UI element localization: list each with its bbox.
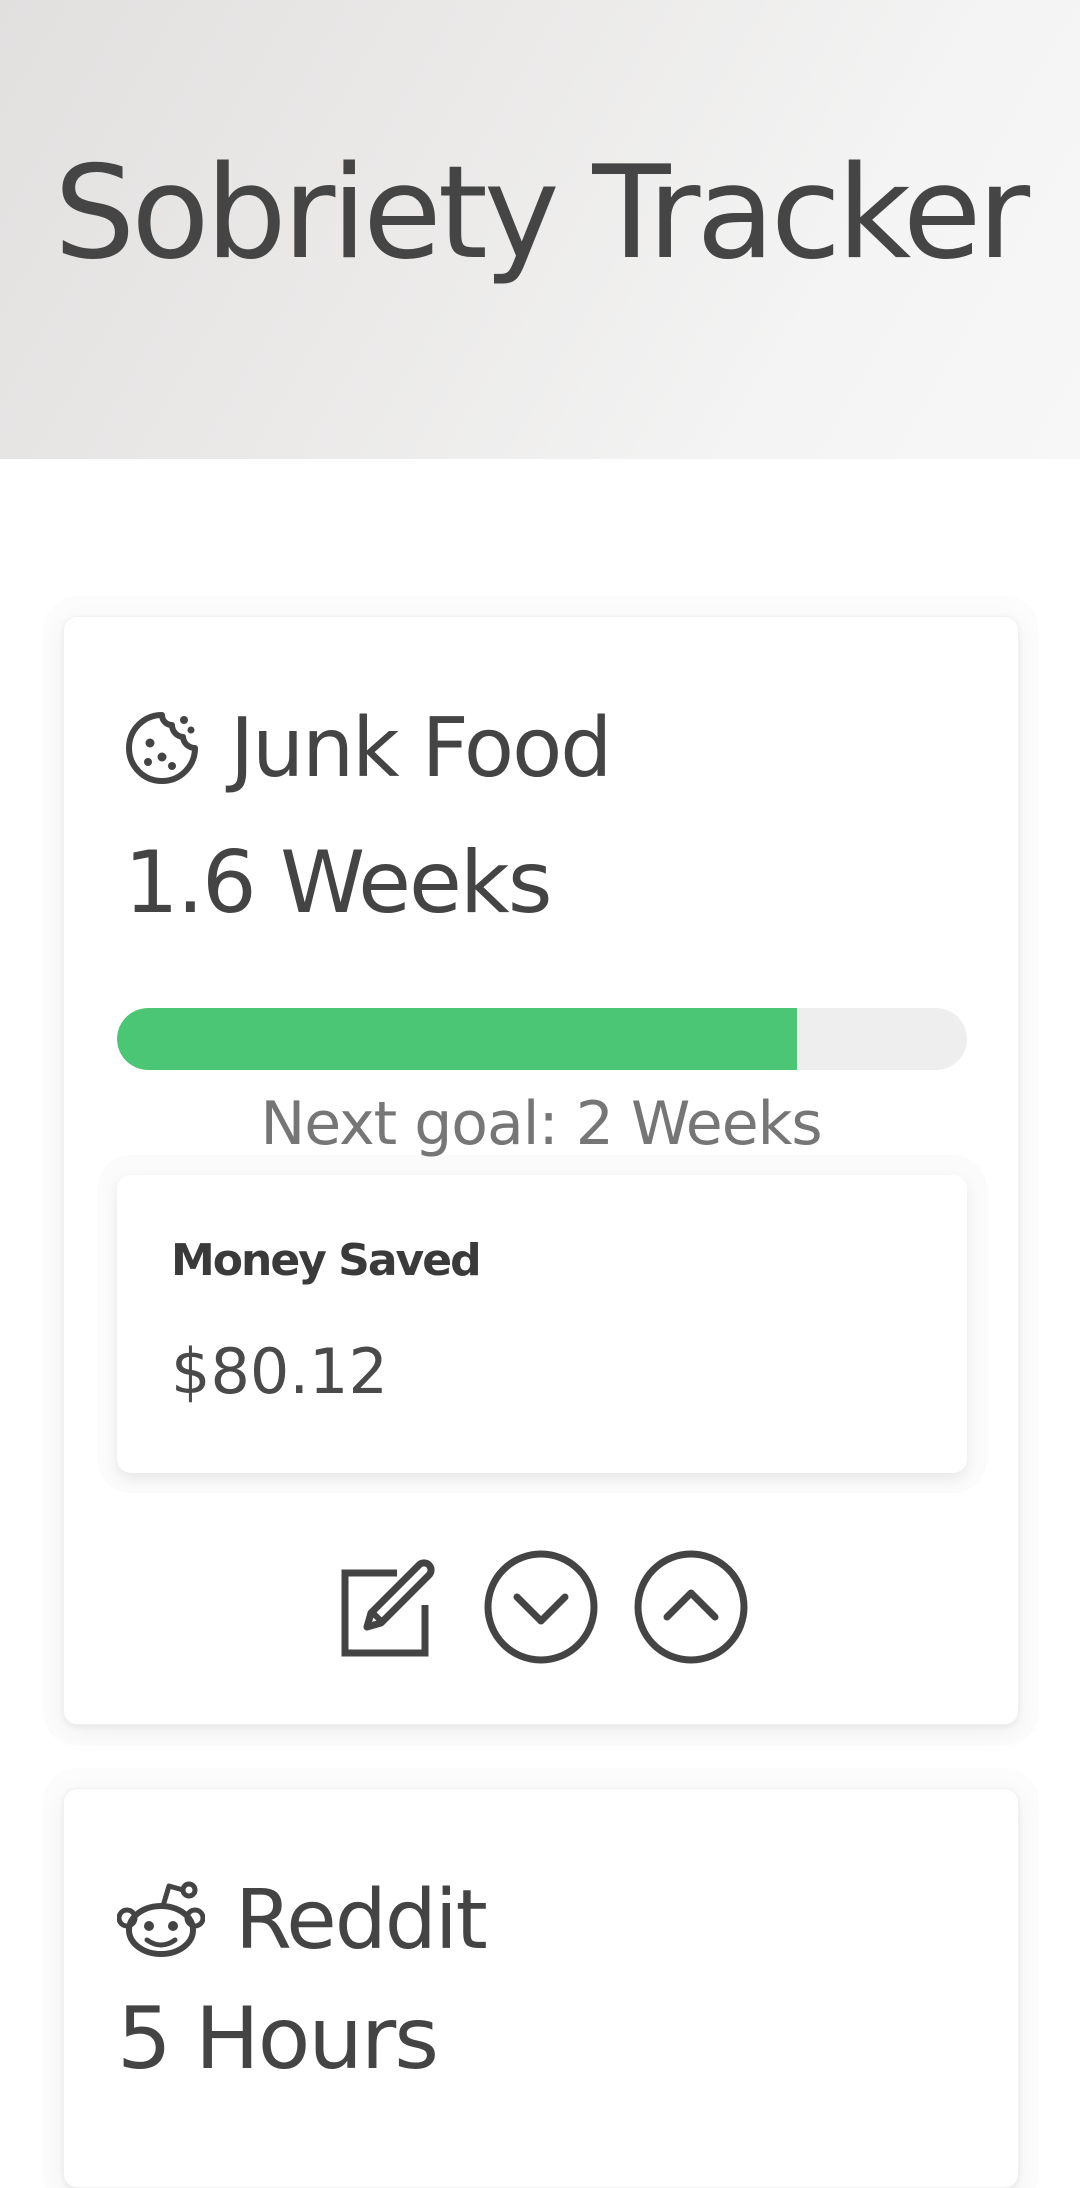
tracker-name: Junk Food [230, 700, 612, 796]
money-saved-value: $80.12 [171, 1335, 388, 1408]
reddit-icon [117, 1880, 205, 1960]
tracker-duration: 5 Hours [117, 1989, 439, 2089]
chevron-down-circle-icon [484, 1550, 598, 1664]
goal-progress-bar [117, 1008, 967, 1070]
next-goal-text: Next goal: 2 Weeks [260, 1089, 822, 1159]
tracker-title: Junk Food [124, 693, 612, 803]
tracker-card-junk-food: Junk Food 1.6 Weeks Next goal: 2 Weeks M… [63, 616, 1019, 1725]
chevron-up-circle-icon [634, 1550, 748, 1664]
tracker-actions [64, 1547, 1018, 1667]
edit-icon [341, 1559, 435, 1657]
header-banner: Sobriety Tracker [0, 0, 1080, 459]
tracker-duration: 1.6 Weeks [124, 833, 553, 933]
collapse-down-button[interactable] [481, 1547, 601, 1667]
page-title: Sobriety Tracker [53, 139, 1030, 288]
goal-progress-fill [117, 1008, 797, 1070]
money-saved-label: Money Saved [171, 1235, 482, 1286]
expand-up-button[interactable] [631, 1547, 751, 1667]
tracker-card-reddit: Reddit 5 Hours [63, 1788, 1019, 2188]
tracker-title: Reddit [117, 1865, 488, 1975]
tracker-name: Reddit [235, 1872, 488, 1968]
cookie-icon [124, 710, 200, 786]
edit-button[interactable] [331, 1547, 451, 1667]
money-saved-panel: Money Saved $80.12 [117, 1175, 967, 1473]
